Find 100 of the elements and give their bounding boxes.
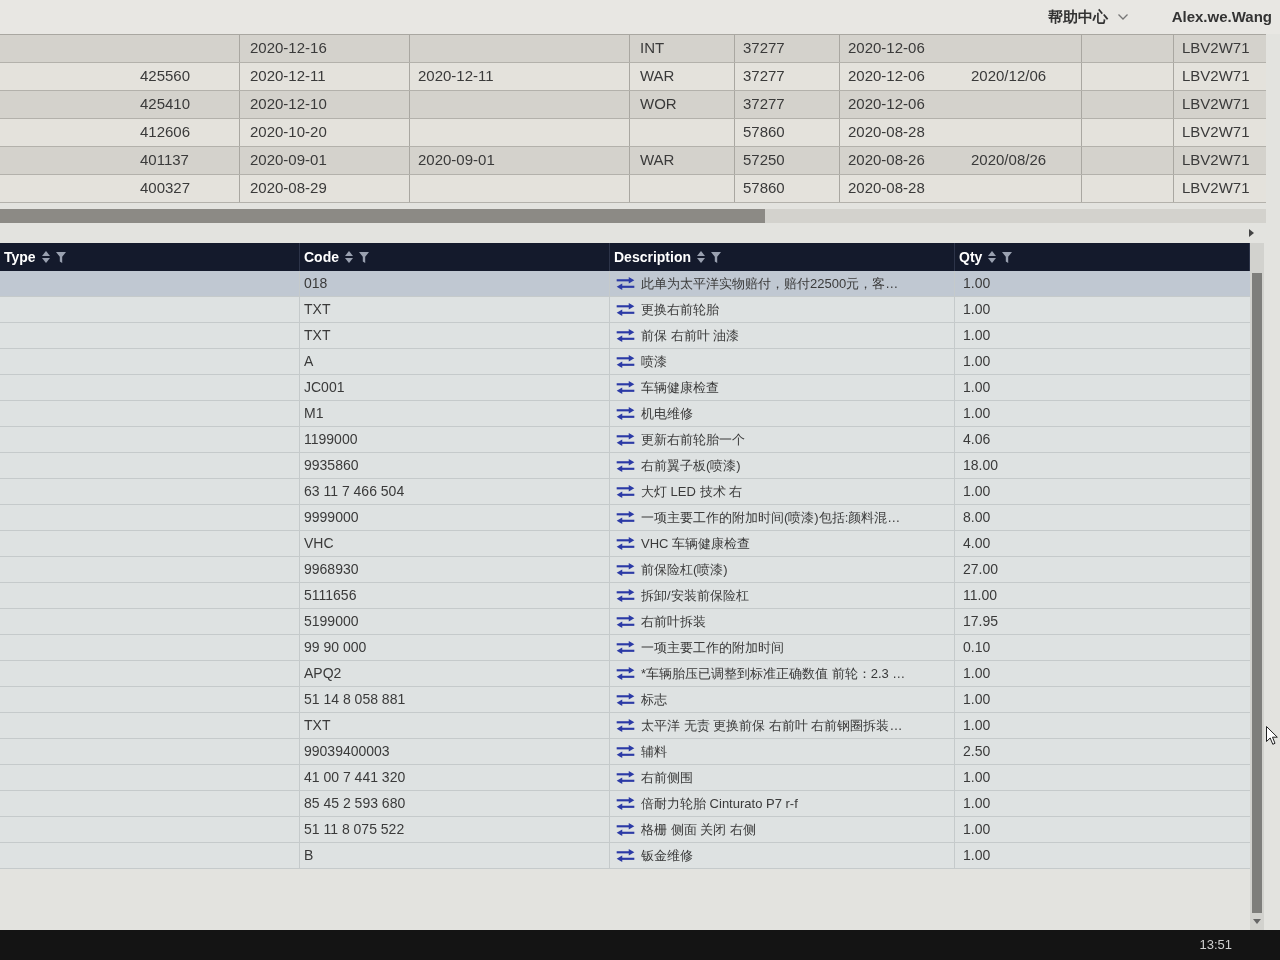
description-text: 一项主要工作的附加时间 [641, 638, 784, 657]
table-row[interactable]: 9968930 前保险杠(喷漆) 27.00 [0, 557, 1250, 583]
swap-arrows-icon [616, 277, 635, 290]
swap-arrows-icon [616, 615, 635, 628]
swap-arrows-icon [616, 433, 635, 446]
qty-text: 11.00 [963, 586, 997, 605]
description-text: 前保 右前叶 油漆 [641, 326, 740, 345]
description-text: 机电维修 [641, 404, 693, 423]
horizontal-scrollbar[interactable] [0, 209, 1266, 223]
column-header[interactable]: Description [614, 246, 691, 268]
table-row[interactable]: 018 此单为太平洋实物赔付，赔付22500元，客… 1.00 [0, 271, 1250, 297]
date-text: 2020-09-01 [250, 150, 327, 171]
vin-text: LBV2W71 [1182, 66, 1250, 87]
sort-icon[interactable] [988, 251, 997, 263]
qty-text: 1.00 [963, 482, 991, 501]
order-number: 400327 [140, 178, 191, 199]
table-row[interactable]: 63 11 7 466 504 大灯 LED 技术 右 1.00 [0, 479, 1250, 505]
table-row[interactable]: A 喷漆 1.00 [0, 349, 1250, 375]
table-row[interactable]: 99039400003 辅料 2.50 [0, 739, 1250, 765]
qty-text: 0.10 [963, 638, 991, 657]
qty-text: 2.50 [963, 742, 991, 761]
table-row[interactable]: M1 机电维修 1.00 [0, 401, 1250, 427]
table-row[interactable]: TXT 更换右前轮胎 1.00 [0, 297, 1250, 323]
table-row[interactable]: JC001 车辆健康检查 1.00 [0, 375, 1250, 401]
description-text: 右前叶拆装 [641, 612, 706, 631]
swap-arrows-icon [616, 459, 635, 472]
filter-icon[interactable] [711, 251, 721, 263]
table-row[interactable]: 5199000 右前叶拆装 17.95 [0, 609, 1250, 635]
vertical-scrollbar[interactable] [1250, 243, 1264, 930]
description-text: 此单为太平洋实物赔付，赔付22500元，客… [641, 274, 899, 293]
help-menu-button[interactable]: 帮助中心 [1047, 5, 1128, 29]
date-text: 2020-12-10 [250, 94, 327, 115]
code-number: 37277 [743, 38, 785, 59]
order-number: 425410 [140, 94, 191, 115]
type-code: WOR [640, 94, 677, 115]
table-row[interactable]: VHC VHC 车辆健康检查 4.00 [0, 531, 1250, 557]
column-header[interactable]: Qty [959, 246, 983, 268]
table-row[interactable]: 99 90 000 一项主要工作的附加时间 0.10 [0, 635, 1250, 661]
qty-text: 4.06 [963, 430, 991, 449]
table-row[interactable]: 51 14 8 058 881 标志 1.00 [0, 687, 1250, 713]
sort-icon[interactable] [697, 251, 705, 263]
date-text: 2020-10-20 [250, 122, 327, 143]
code-text: TXT [304, 716, 331, 735]
type-code: INT [640, 38, 665, 59]
clock-text: 13:51 [1199, 936, 1232, 955]
scrollbar-thumb[interactable] [0, 209, 765, 223]
code-text: 51 14 8 058 881 [304, 690, 406, 709]
table-row[interactable]: 5111656 拆卸/安装前保险杠 11.00 [0, 583, 1250, 609]
description-text: 格栅 侧面 关闭 右侧 [641, 820, 756, 839]
scroll-right-icon[interactable] [1249, 229, 1254, 237]
code-text: JC001 [304, 378, 345, 397]
qty-text: 1.00 [963, 378, 991, 397]
table-row[interactable]: 9935860 右前翼子板(喷漆) 18.00 [0, 453, 1250, 479]
description-text: 大灯 LED 技术 右 [641, 482, 743, 501]
table-row[interactable]: 41 00 7 441 320 右前侧围 1.00 [0, 765, 1250, 791]
table-row[interactable]: 9999000 一项主要工作的附加时间(喷漆)包括:颜料混… 8.00 [0, 505, 1250, 531]
mouse-cursor-icon [1266, 726, 1278, 745]
table-row[interactable]: 1199000 更新右前轮胎一个 4.06 [0, 427, 1250, 453]
date-text: 2020-12-06 [848, 94, 925, 115]
vin-text: LBV2W71 [1182, 94, 1250, 115]
column-header[interactable]: Code [304, 246, 339, 268]
table-row[interactable]: TXT 太平洋 无责 更换前保 右前叶 右前钢圈拆装… 1.00 [0, 713, 1250, 739]
vin-text: LBV2W71 [1182, 122, 1250, 143]
swap-arrows-icon [616, 485, 635, 498]
code-text: 51 11 8 075 522 [304, 820, 405, 839]
description-text: *车辆胎压已调整到标准正确数值 前轮：2.3 … [641, 664, 906, 683]
code-text: TXT [304, 300, 331, 319]
code-text: 9968930 [304, 560, 359, 579]
order-number: 401137 [140, 150, 189, 171]
swap-arrows-icon [616, 745, 635, 758]
swap-arrows-icon [616, 797, 635, 810]
swap-arrows-icon [616, 771, 635, 784]
vin-text: LBV2W71 [1182, 150, 1250, 171]
table-row[interactable]: TXT 前保 右前叶 油漆 1.00 [0, 323, 1250, 349]
description-text: 更换右前轮胎 [641, 300, 719, 319]
table-row[interactable]: 85 45 2 593 680 倍耐力轮胎 Cinturato P7 r-f 1.00 [0, 791, 1250, 817]
code-text: 5111656 [304, 586, 357, 605]
user-name[interactable]: Alex.we.Wang [1171, 5, 1272, 29]
filter-icon[interactable] [1002, 251, 1013, 263]
description-text: 倍耐力轮胎 Cinturato P7 r-f [641, 794, 798, 813]
column-header[interactable]: Type [4, 246, 36, 268]
scrollbar-thumb[interactable] [1252, 273, 1262, 913]
sort-icon[interactable] [345, 251, 353, 263]
qty-text: 1.00 [963, 768, 991, 787]
description-text: 标志 [641, 690, 667, 709]
date-text: 2020-12-16 [250, 38, 327, 59]
table-row[interactable]: APQ2 *车辆胎压已调整到标准正确数值 前轮：2.3 … 1.00 [0, 661, 1250, 687]
scroll-down-icon[interactable] [1253, 919, 1261, 924]
table-row[interactable]: B 钣金维修 1.00 [0, 843, 1250, 869]
sort-icon[interactable] [41, 251, 50, 263]
description-text: 钣金维修 [641, 846, 693, 865]
vin-text: LBV2W71 [1182, 178, 1250, 199]
code-text: A [304, 352, 314, 371]
table-row[interactable]: 51 11 8 075 522 格栅 侧面 关闭 右侧 1.00 [0, 817, 1250, 843]
date-text: 2020/08/26 [971, 150, 1047, 171]
code-text: B [304, 846, 314, 865]
filter-icon[interactable] [55, 251, 66, 263]
chevron-down-icon [1117, 14, 1128, 20]
date-text: 2020/12/06 [971, 66, 1047, 87]
filter-icon[interactable] [359, 251, 369, 263]
